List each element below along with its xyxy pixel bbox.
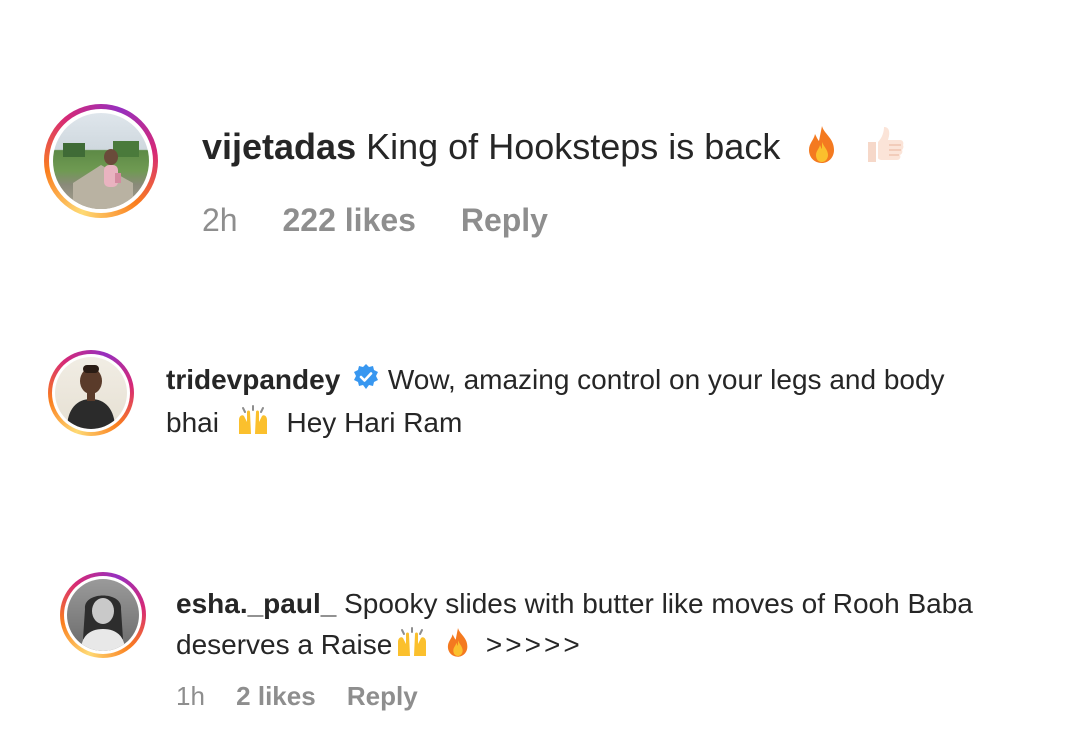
comment-username[interactable]: tridevpandey	[166, 364, 340, 395]
fire-emoji	[444, 626, 472, 667]
comment-text: Spooky slides with butter like moves of …	[344, 588, 973, 619]
comment-item: esha._paul_ Spooky slides with butter li…	[0, 560, 1080, 740]
comment-text-line: tridevpandey Wow, amazing control on you…	[166, 362, 945, 400]
comment-item: vijetadas King of Hooksteps is back 2h 2…	[0, 0, 1080, 260]
comment-text: >>>>>	[485, 628, 583, 660]
comment-time: 1h	[176, 681, 205, 711]
comment-text-line: deserves a Raise >>>>>	[176, 626, 583, 667]
comment-item: tridevpandey Wow, amazing control on you…	[0, 330, 1080, 460]
reply-button[interactable]: Reply	[347, 680, 418, 712]
raising-hands-emoji	[394, 626, 430, 667]
comment-text: bhai	[166, 406, 219, 438]
avatar	[67, 579, 139, 651]
comment-text-line: vijetadas King of Hooksteps is back	[202, 124, 906, 175]
avatar-story-ring[interactable]	[48, 350, 134, 436]
thumbs-up-emoji	[864, 124, 906, 175]
comment-text-line: bhai Hey Hari Ram	[166, 404, 462, 445]
avatar	[53, 113, 149, 209]
comment-text: deserves a Raise	[176, 628, 393, 660]
comment-text: Wow, amazing control on your legs and bo…	[387, 364, 945, 395]
comment-text: Hey Hari Ram	[286, 406, 463, 438]
comment-time: 2h	[202, 202, 238, 238]
comment-username[interactable]: vijetadas	[202, 126, 356, 167]
comment-username[interactable]: esha._paul_	[176, 588, 336, 619]
comment-meta: 1h 2 likes Reply	[176, 680, 418, 712]
comment-text-line: esha._paul_ Spooky slides with butter li…	[176, 586, 973, 622]
comment-meta: 2h 222 likes Reply	[202, 200, 548, 240]
comment-likes[interactable]: 222 likes	[282, 200, 415, 240]
fire-emoji	[804, 124, 840, 175]
comment-text: King of Hooksteps is back	[366, 126, 781, 168]
raising-hands-emoji	[235, 404, 271, 445]
comment-likes[interactable]: 2 likes	[236, 680, 316, 712]
avatar-story-ring[interactable]	[44, 104, 158, 218]
verified-badge-icon	[352, 363, 380, 400]
avatar	[55, 357, 127, 429]
reply-button[interactable]: Reply	[461, 200, 548, 240]
avatar-story-ring[interactable]	[60, 572, 146, 658]
